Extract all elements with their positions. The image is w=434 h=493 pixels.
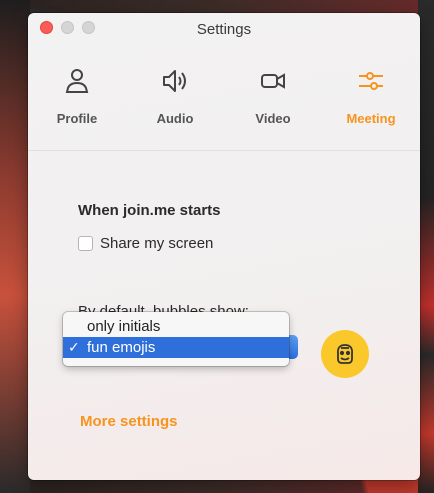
tab-audio[interactable]: Audio xyxy=(126,45,224,150)
emoji-face-icon xyxy=(336,344,354,364)
tab-video[interactable]: Video xyxy=(224,45,322,150)
background-video-left xyxy=(0,0,30,493)
more-settings-link[interactable]: More settings xyxy=(80,413,178,430)
background-video-right xyxy=(418,0,434,493)
window-title: Settings xyxy=(196,21,252,38)
meeting-start-heading: When join.me starts xyxy=(78,202,221,219)
sliders-icon xyxy=(359,72,383,90)
person-icon xyxy=(65,69,89,93)
checkmark-icon: ✓ xyxy=(68,339,80,355)
tab-profile[interactable]: Profile xyxy=(28,45,126,150)
emoji-bubble-button[interactable] xyxy=(321,330,369,378)
bubbles-dropdown-menu: only initials ✓ fun emojis xyxy=(63,312,289,366)
share-screen-row[interactable]: Share my screen xyxy=(78,235,213,252)
camera-icon xyxy=(261,73,285,89)
tab-video-label: Video xyxy=(255,111,291,126)
tab-meeting-label: Meeting xyxy=(346,111,396,126)
option-fun-emojis[interactable]: ✓ fun emojis xyxy=(63,337,289,358)
option-label: fun emojis xyxy=(87,339,156,356)
tab-meeting[interactable]: Meeting xyxy=(322,45,420,150)
tab-audio-label: Audio xyxy=(156,111,194,126)
settings-window: Settings Profile Audio Video Meeting Whe… xyxy=(28,13,420,480)
option-label: only initials xyxy=(87,318,161,335)
settings-tabs: Profile Audio Video Meeting xyxy=(28,45,420,151)
option-only-initials[interactable]: only initials xyxy=(63,316,289,337)
share-screen-checkbox[interactable] xyxy=(78,236,93,251)
speaker-icon xyxy=(163,70,186,92)
share-screen-label[interactable]: Share my screen xyxy=(100,235,213,252)
title-bar: Settings xyxy=(28,13,420,45)
tab-profile-label: Profile xyxy=(56,111,98,126)
